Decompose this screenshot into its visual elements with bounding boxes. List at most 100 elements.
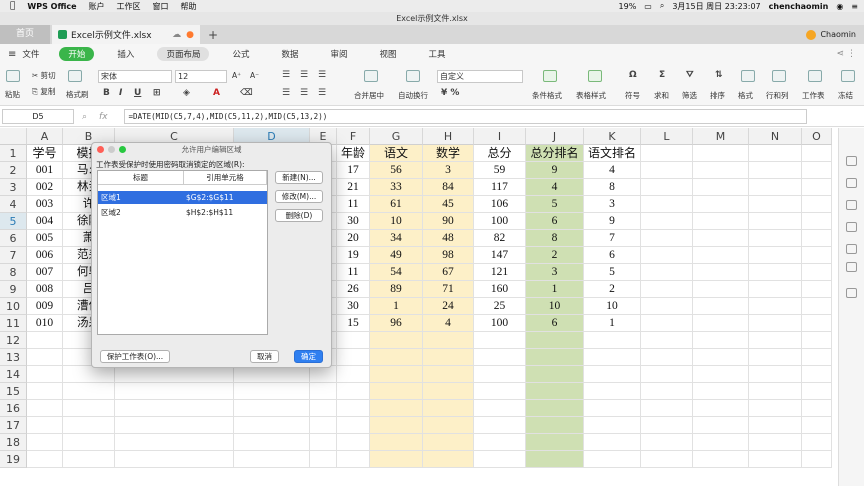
tab-document[interactable]: Excel示例文件.xlsx ☁ ● [52,25,200,44]
fill-color-icon[interactable]: ◈ [183,88,190,98]
cell-n18[interactable] [749,434,802,451]
format-icon[interactable] [741,70,755,82]
menu-start[interactable]: 开始 [59,47,95,61]
cell-a8[interactable]: 007 [27,264,63,281]
cell-n6[interactable] [749,230,802,247]
align-right-icon[interactable]: ☰ [318,88,326,98]
cell-l16[interactable] [641,400,693,417]
percent-icon[interactable]: ¥ % [441,88,459,98]
cell-b17[interactable] [63,417,115,434]
cell-l8[interactable] [641,264,693,281]
row-header-15[interactable]: 15 [0,383,27,400]
cell-n10[interactable] [749,298,802,315]
cell-o16[interactable] [802,400,832,417]
cell-a6[interactable]: 005 [27,230,63,247]
cell-o11[interactable] [802,315,832,332]
cell-e17[interactable] [310,417,337,434]
cell-l11[interactable] [641,315,693,332]
cell-m10[interactable] [693,298,749,315]
menu-page-layout[interactable]: 页面布局 [157,47,210,61]
cell-c18[interactable] [115,434,234,451]
sidebar-select-icon[interactable] [846,178,857,188]
cancel-button[interactable]: 取消 [250,350,279,363]
row-header-7[interactable]: 7 [0,247,27,264]
font-name-select[interactable]: 宋体 [98,70,172,83]
cell-h6[interactable]: 48 [423,230,474,247]
cell-a7[interactable]: 006 [27,247,63,264]
cell-f16[interactable] [337,400,370,417]
cell-k7[interactable]: 6 [584,247,641,264]
cell-i9[interactable]: 160 [474,281,526,298]
cell-m15[interactable] [693,383,749,400]
cell-f19[interactable] [337,451,370,468]
cell-h5[interactable]: 90 [423,213,474,230]
cell-m16[interactable] [693,400,749,417]
cell-k16[interactable] [584,400,641,417]
cell-l5[interactable] [641,213,693,230]
cell-a15[interactable] [27,383,63,400]
cell-g4[interactable]: 61 [370,196,423,213]
format-label[interactable]: 格式 [738,90,753,101]
cell-n17[interactable] [749,417,802,434]
fx-icon[interactable]: fx [99,112,108,122]
cell-k10[interactable]: 10 [584,298,641,315]
cell-j17[interactable] [526,417,584,434]
cell-k18[interactable] [584,434,641,451]
row-header-16[interactable]: 16 [0,400,27,417]
cell-d17[interactable] [234,417,310,434]
sidebar-cursor-icon[interactable] [846,222,857,232]
cell-k13[interactable] [584,349,641,366]
cell-f18[interactable] [337,434,370,451]
cell-h1[interactable]: 数学 [423,145,474,162]
menu-file[interactable]: 文件 [22,48,39,60]
cell-i4[interactable]: 106 [474,196,526,213]
cell-n1[interactable] [749,145,802,162]
cell-i12[interactable] [474,332,526,349]
cell-d14[interactable] [234,366,310,383]
unsaved-dot-icon[interactable]: ● [186,30,194,40]
cell-g1[interactable]: 语文 [370,145,423,162]
cell-m13[interactable] [693,349,749,366]
freeze-label[interactable]: 冻结 [838,90,853,101]
menu-view[interactable]: 视图 [371,47,406,61]
cell-m11[interactable] [693,315,749,332]
cell-a14[interactable] [27,366,63,383]
align-center-icon[interactable]: ☰ [300,88,308,98]
cell-n4[interactable] [749,196,802,213]
list-item[interactable]: 区域2 $H$2:$H$11 [98,206,267,219]
worksheet-label[interactable]: 工作表 [802,90,825,101]
row-header-5[interactable]: 5 [0,213,27,230]
format-painter-label[interactable]: 格式刷 [66,89,89,100]
cell-n19[interactable] [749,451,802,468]
column-header-l[interactable]: L [641,128,693,145]
worksheet-icon[interactable] [808,70,822,82]
font-size-up-icon[interactable]: A⁺ [232,71,241,80]
sidebar-format-icon[interactable] [846,200,857,210]
cell-h7[interactable]: 98 [423,247,474,264]
cell-f10[interactable]: 30 [337,298,370,315]
cell-i18[interactable] [474,434,526,451]
row-header-3[interactable]: 3 [0,179,27,196]
cell-l10[interactable] [641,298,693,315]
select-all-corner[interactable] [0,128,27,145]
row-header-9[interactable]: 9 [0,281,27,298]
app-menu[interactable]: WPS Office [27,2,76,11]
freeze-icon[interactable] [841,70,855,82]
cell-o13[interactable] [802,349,832,366]
font-size-down-icon[interactable]: A⁻ [250,71,259,80]
cell-f6[interactable]: 20 [337,230,370,247]
column-header-j[interactable]: J [526,128,584,145]
menu-help[interactable]: 帮助 [181,1,197,12]
underline-icon[interactable]: U [134,88,141,98]
cell-g2[interactable]: 56 [370,162,423,179]
cell-n9[interactable] [749,281,802,298]
cell-l17[interactable] [641,417,693,434]
cell-a19[interactable] [27,451,63,468]
delete-button[interactable]: 删除(D) [275,209,323,222]
cell-a18[interactable] [27,434,63,451]
cell-k1[interactable]: 语文排名 [584,145,641,162]
menu-review[interactable]: 审阅 [321,47,356,61]
cell-k8[interactable]: 5 [584,264,641,281]
paste-label[interactable]: 粘贴 [5,89,20,100]
cell-l12[interactable] [641,332,693,349]
